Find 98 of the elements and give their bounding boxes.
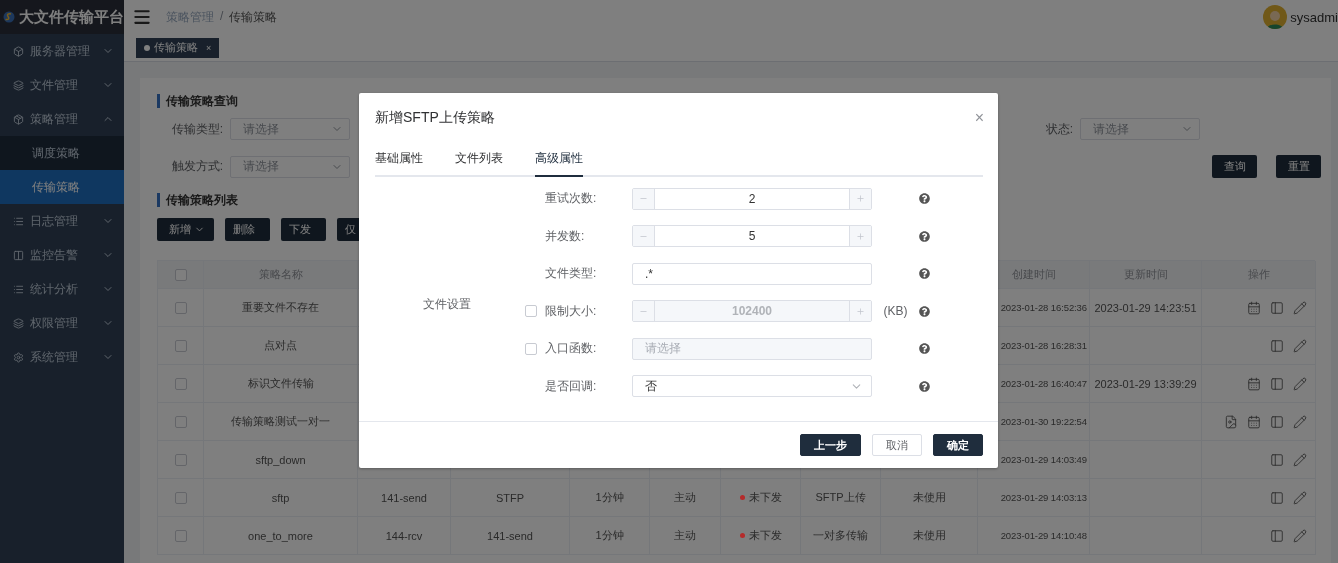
app-title: 大文件传输平台 [19,7,124,27]
filter-label: 触发方式: [170,158,223,175]
query-button[interactable]: 查询 [1212,155,1257,178]
breadcrumb-separator: / [220,8,224,25]
notebook-icon[interactable] [1270,338,1284,353]
help-icon[interactable] [919,268,930,280]
field-label: 并发数: [545,227,586,245]
dialog-button[interactable]: 取消 [872,434,922,457]
table-cell: 144-rcv [358,517,451,555]
table-cell: 主动 [650,517,721,555]
sidebar-item[interactable]: 监控告警 [0,238,124,272]
help-icon[interactable] [919,230,930,242]
close-button[interactable]: × [974,109,984,126]
package-icon [13,113,24,125]
field-label: 文件类型: [545,265,598,283]
edit-icon[interactable] [1293,490,1307,505]
breadcrumb-item: 传输策略 [229,8,278,26]
user-name[interactable]: sysadmi [1290,9,1338,25]
section-label: 文件设置 [423,295,471,313]
number-stepper[interactable]: 5 [632,225,872,248]
checkbox[interactable] [174,377,187,390]
table-cell: 141-send [451,517,570,555]
sidebar-item[interactable]: 策略管理 [0,102,124,136]
notebook-icon[interactable] [1270,452,1284,467]
list-icon [13,283,24,295]
calendar-icon[interactable] [1247,300,1261,315]
status-text: 未下发 [748,490,782,505]
checkbox[interactable] [174,529,187,542]
table-cell: 未使用 [881,517,978,555]
sidebar-item[interactable]: 服务器管理 [0,34,124,68]
unit-label: (KB) [882,304,909,319]
notebook-icon[interactable] [1270,300,1284,315]
field-label: 重试次数: [545,190,598,208]
help-icon[interactable] [919,380,930,392]
checkbox[interactable] [174,491,187,504]
checkbox[interactable] [174,453,187,466]
checkbox[interactable] [174,339,187,352]
sidebar-item[interactable]: 文件管理 [0,68,124,102]
notebook-icon[interactable] [1270,376,1284,391]
dialog-title: 新增SFTP上传策略 [375,108,495,127]
filter-label: 状态: [1044,120,1073,138]
settings-icon [13,351,24,363]
checkbox[interactable] [174,415,187,428]
edit-icon[interactable] [1293,300,1307,315]
checkbox[interactable] [174,301,187,314]
list-icon [13,215,24,227]
layers-icon [13,79,24,91]
field-label: 是否回调: [545,377,598,395]
plus-icon [856,306,865,316]
plus-icon [856,194,865,204]
sidebar-item[interactable]: 权限管理 [0,306,124,340]
calendar-icon[interactable] [1247,414,1261,429]
tab[interactable]: 基础属性 [375,149,423,177]
columns-icon [13,249,24,261]
tab[interactable]: 文件列表 [455,149,503,177]
status-text: 未下发 [748,528,782,543]
edit-icon[interactable] [1293,376,1307,391]
dialog-button[interactable]: 上一步 [800,434,861,457]
table-cell: one_to_more [204,517,358,555]
filter-label: 传输类型: [170,120,223,138]
close-tab-icon[interactable]: × [206,42,212,53]
checkbox[interactable] [174,268,187,281]
input-field[interactable]: .* [632,262,872,285]
notebook-icon[interactable] [1270,414,1284,429]
edit-icon[interactable] [1293,338,1307,353]
table-cell: 1分钟 [570,517,650,555]
toolbar-button[interactable]: 删除 [225,218,270,241]
help-icon[interactable] [919,193,930,205]
toolbar-button[interactable]: 下发 [281,218,326,241]
cube-icon [13,45,24,57]
dialog-button[interactable]: 确定 [933,434,983,457]
layers-icon [13,317,24,329]
plus-icon [856,231,865,241]
page-tab[interactable]: 传输策略 × [136,37,220,58]
menu-icon[interactable] [132,7,152,27]
edit-icon[interactable] [1293,452,1307,467]
notebook-icon[interactable] [1270,528,1284,543]
document-icon[interactable] [1224,414,1238,429]
notebook-icon[interactable] [1270,490,1284,505]
sidebar-item[interactable]: 统计分析 [0,272,124,306]
table-cell: 2023-01-29 14:10:48 [978,517,1090,555]
number-stepper[interactable]: 2 [632,187,872,210]
query-button[interactable]: 重置 [1276,155,1321,178]
edit-icon[interactable] [1293,528,1307,543]
help-icon[interactable] [919,343,930,355]
field-label: 限制大小: [545,302,598,320]
sidebar-subitem[interactable]: 调度策略 [0,136,124,170]
sidebar-item[interactable]: 日志管理 [0,204,124,238]
sidebar-subitem[interactable]: 传输策略 [0,170,124,204]
sidebar-item[interactable]: 系统管理 [0,340,124,374]
toolbar-button[interactable]: 新增 [157,218,214,241]
select-field[interactable]: 否 [632,375,872,398]
edit-icon[interactable] [1293,414,1307,429]
calendar-icon[interactable] [1247,376,1261,391]
help-icon[interactable] [919,305,930,317]
avatar[interactable] [1263,5,1288,29]
field-label: 入口函数: [545,340,598,358]
tab[interactable]: 高级属性 [535,149,583,177]
